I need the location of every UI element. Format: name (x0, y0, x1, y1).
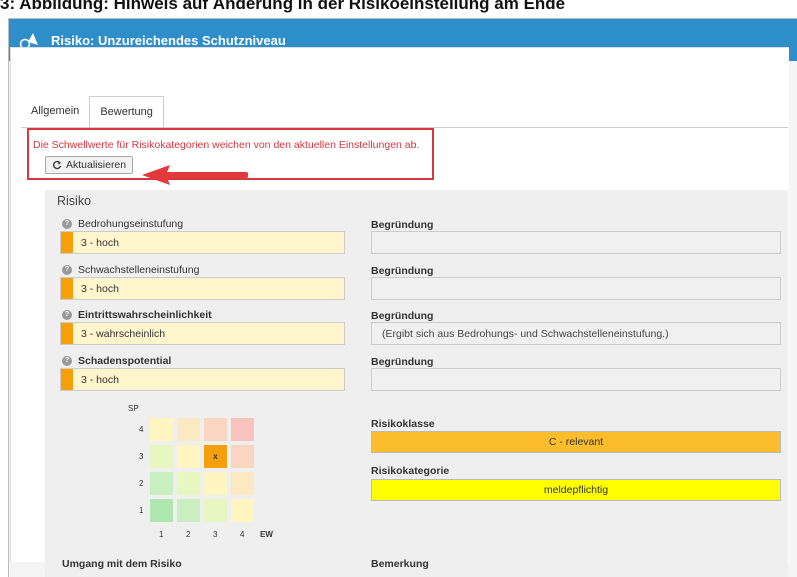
reason-label-damage: Begründung (371, 356, 434, 368)
help-icon[interactable]: ? (62, 265, 72, 275)
refresh-button[interactable]: Aktualisieren (45, 156, 134, 174)
matrix-cell (231, 445, 254, 468)
matrix-cell (177, 418, 200, 441)
matrix-x-tick: 2 (186, 530, 191, 539)
panel-title: Risiko (57, 194, 92, 208)
matrix-cell (204, 418, 227, 441)
matrix-cell (150, 472, 173, 495)
threshold-warning: Die Schwellwerte für Risikokategorien we… (33, 139, 420, 151)
risk-category-value: meldepflichtig (371, 479, 781, 501)
pointer-arrow-icon (142, 165, 248, 185)
reason-input-threat[interactable] (371, 231, 781, 254)
matrix-cell (204, 472, 227, 495)
vulnerability-select[interactable]: 3 - hoch (60, 277, 345, 300)
level-marker (61, 232, 73, 253)
level-marker (61, 323, 73, 344)
reason-label-probability: Begründung (371, 310, 434, 322)
probability-select[interactable]: 3 - wahrscheinlich (60, 322, 345, 345)
matrix-cell (231, 499, 254, 522)
field-label-damage: ? Schadenspotential (62, 355, 171, 367)
figure-caption: 3: Abbildung: Hinweis auf Änderung in de… (0, 0, 566, 13)
level-marker (61, 278, 73, 299)
remark-label: Bemerkung (371, 558, 429, 570)
reason-input-probability[interactable]: (Ergibt sich aus Bedrohungs- und Schwach… (371, 322, 781, 345)
matrix-cell (150, 445, 173, 468)
help-icon[interactable]: ? (62, 356, 72, 366)
refresh-icon (53, 160, 62, 170)
risk-category-label: Risikokategorie (371, 465, 450, 477)
level-marker (61, 369, 73, 390)
threat-select[interactable]: 3 - hoch (60, 231, 345, 254)
risk-class-value: C - relevant (371, 431, 781, 453)
matrix-x-label: EW (260, 530, 273, 539)
matrix-x-tick: 4 (240, 530, 245, 539)
help-icon[interactable]: ? (62, 310, 72, 320)
risk-matrix: SP 4 3 x 2 1 1 2 3 4 EW (106, 398, 286, 548)
reason-input-damage[interactable] (371, 368, 781, 391)
matrix-cell: x (204, 445, 227, 468)
tab-bewertung[interactable]: Bewertung (89, 96, 164, 129)
field-label-probability: ? Eintrittswahrscheinlichkeit (62, 309, 212, 321)
matrix-cell (150, 499, 173, 522)
reason-label-threat: Begründung (371, 219, 434, 231)
field-label-threat: ? Bedrohungseinstufung (62, 218, 183, 230)
matrix-y-tick: 1 (139, 506, 144, 515)
field-label-vulnerability: ? Schwachstelleneinstufung (62, 264, 199, 276)
risk-class-label: Risikoklasse (371, 418, 435, 430)
matrix-cell (177, 499, 200, 522)
handling-label: Umgang mit dem Risiko (62, 558, 182, 570)
matrix-cell (150, 418, 173, 441)
matrix-x-tick: 1 (159, 530, 164, 539)
matrix-x-tick: 3 (213, 530, 218, 539)
matrix-y-label: SP (128, 404, 139, 413)
matrix-cell (177, 445, 200, 468)
matrix-y-tick: 4 (139, 425, 144, 434)
matrix-cell (177, 472, 200, 495)
matrix-y-tick: 2 (139, 479, 144, 488)
window-title: Risiko: Unzureichendes Schutzniveau (51, 32, 286, 48)
refresh-button-label: Aktualisieren (66, 159, 127, 171)
help-icon[interactable]: ? (62, 219, 72, 229)
damage-select[interactable]: 3 - hoch (60, 368, 345, 391)
matrix-cell (204, 499, 227, 522)
matrix-cell (231, 472, 254, 495)
matrix-y-tick: 3 (139, 452, 144, 461)
tab-bar: Allgemein Bewertung (21, 96, 164, 129)
reason-input-vulnerability[interactable] (371, 277, 781, 300)
matrix-cell (231, 418, 254, 441)
reason-label-vulnerability: Begründung (371, 265, 434, 277)
tab-allgemein[interactable]: Allgemein (21, 96, 89, 128)
